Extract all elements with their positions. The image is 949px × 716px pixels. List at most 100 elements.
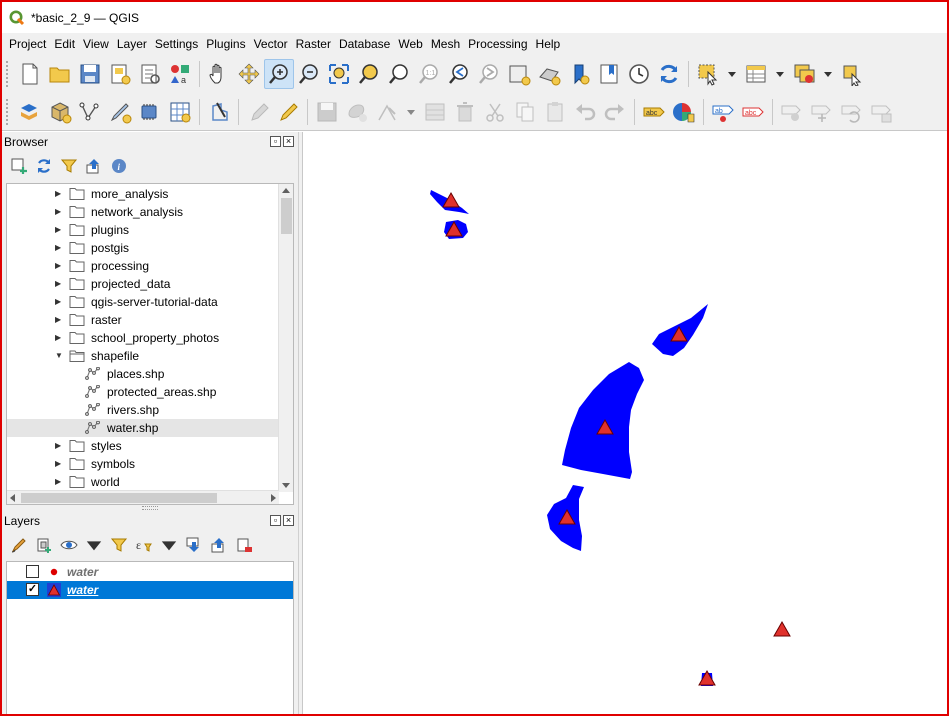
menu-view[interactable]: View — [79, 37, 113, 51]
browser-item-qgis-server-tutorial-data[interactable]: ▶ qgis-server-tutorial-data — [7, 293, 279, 311]
browser-item-shapefile[interactable]: ▼ shapefile — [7, 347, 279, 365]
diagram-options-icon[interactable] — [669, 97, 699, 127]
menu-layer[interactable]: Layer — [113, 37, 151, 51]
collapsed-arrow-icon[interactable]: ▶ — [55, 244, 63, 252]
vertex-tool-icon[interactable] — [372, 97, 402, 127]
toolbar-grip[interactable] — [6, 98, 10, 125]
browser-item-plugins[interactable]: ▶ plugins — [7, 221, 279, 239]
browser-item-places-shp[interactable]: places.shp — [7, 365, 279, 383]
panel-splitter-handle[interactable] — [142, 506, 158, 510]
collapsed-arrow-icon[interactable]: ▶ — [55, 442, 63, 450]
browser-item-protected-areas-shp[interactable]: protected_areas.shp — [7, 383, 279, 401]
toggle-editing-icon[interactable] — [273, 97, 303, 127]
delete-selected-icon[interactable] — [450, 97, 480, 127]
zoom-out-icon[interactable] — [294, 59, 324, 89]
collapsed-arrow-icon[interactable]: ▶ — [55, 226, 63, 234]
collapsed-arrow-icon[interactable]: ▶ — [55, 262, 63, 270]
collapsed-arrow-icon[interactable]: ▶ — [55, 190, 63, 198]
collapsed-arrow-icon[interactable]: ▶ — [55, 334, 63, 342]
menu-vector[interactable]: Vector — [250, 37, 292, 51]
float-panel-icon[interactable]: ▫ — [270, 515, 281, 526]
chevron-down-icon[interactable] — [771, 59, 789, 89]
collapsed-arrow-icon[interactable]: ▶ — [55, 208, 63, 216]
layout-manager-icon[interactable] — [135, 59, 165, 89]
menu-raster[interactable]: Raster — [292, 37, 335, 51]
select-features-icon[interactable] — [693, 59, 723, 89]
menu-plugins[interactable]: Plugins — [202, 37, 249, 51]
browser-item-school-property-photos[interactable]: ▶ school_property_photos — [7, 329, 279, 347]
expanded-arrow-icon[interactable]: ▼ — [55, 352, 63, 360]
highlight-pinned-labels-icon[interactable]: ab — [708, 97, 738, 127]
rotate-label-icon[interactable] — [837, 97, 867, 127]
browser-item-network-analysis[interactable]: ▶ network_analysis — [7, 203, 279, 221]
manage-map-themes-icon[interactable] — [56, 533, 81, 557]
pan-to-selection-icon[interactable] — [234, 59, 264, 89]
change-label-icon[interactable] — [867, 97, 897, 127]
collapsed-arrow-icon[interactable]: ▶ — [55, 280, 63, 288]
zoom-next-icon[interactable] — [474, 59, 504, 89]
identify-features-icon[interactable] — [837, 59, 867, 89]
menu-settings[interactable]: Settings — [151, 37, 202, 51]
save-edits-icon[interactable] — [312, 97, 342, 127]
move-label-icon[interactable] — [807, 97, 837, 127]
collapse-all-icon[interactable] — [81, 154, 106, 178]
browser-item-symbols[interactable]: ▶ symbols — [7, 455, 279, 473]
browser-item-processing[interactable]: ▶ processing — [7, 257, 279, 275]
browser-item-styles[interactable]: ▶ styles — [7, 437, 279, 455]
filter-legend-icon[interactable] — [106, 533, 131, 557]
chevron-down-icon[interactable] — [402, 97, 420, 127]
undo-icon[interactable] — [570, 97, 600, 127]
style-manager-icon[interactable]: a — [165, 59, 195, 89]
map-render[interactable] — [303, 132, 948, 716]
cut-features-icon[interactable] — [480, 97, 510, 127]
open-layer-styling-icon[interactable] — [6, 533, 31, 557]
add-group-icon[interactable] — [31, 533, 56, 557]
chevron-down-icon[interactable] — [81, 533, 106, 557]
layers-tree[interactable]: water ✓ water — [6, 561, 294, 714]
chevron-down-icon[interactable] — [156, 533, 181, 557]
refresh-icon[interactable] — [31, 154, 56, 178]
menu-edit[interactable]: Edit — [50, 37, 79, 51]
new-vector-layer-icon[interactable] — [75, 97, 105, 127]
zoom-native-icon[interactable]: 1:1 — [414, 59, 444, 89]
new-bookmark-icon[interactable] — [564, 59, 594, 89]
menu-web[interactable]: Web — [394, 37, 426, 51]
add-feature-icon[interactable] — [342, 97, 372, 127]
pan-icon[interactable] — [204, 59, 234, 89]
new-temporary-layer-icon[interactable] — [135, 97, 165, 127]
new-shapefile-layer-icon[interactable] — [105, 97, 135, 127]
open-project-icon[interactable] — [45, 59, 75, 89]
menu-project[interactable]: Project — [5, 37, 50, 51]
zoom-to-layer-icon[interactable] — [384, 59, 414, 89]
remove-layer-icon[interactable] — [231, 533, 256, 557]
open-attribute-table-icon[interactable] — [741, 59, 771, 89]
filter-browser-icon[interactable] — [56, 154, 81, 178]
menu-database[interactable]: Database — [335, 37, 394, 51]
filter-by-expression-icon[interactable]: ε — [131, 533, 156, 557]
refresh-icon[interactable] — [654, 59, 684, 89]
copy-features-icon[interactable] — [510, 97, 540, 127]
temporal-controller-icon[interactable] — [624, 59, 654, 89]
collapsed-arrow-icon[interactable]: ▶ — [55, 460, 63, 468]
add-selected-layers-icon[interactable] — [6, 154, 31, 178]
paste-features-icon[interactable] — [540, 97, 570, 127]
new-virtual-layer-icon[interactable] — [165, 97, 195, 127]
zoom-last-icon[interactable] — [444, 59, 474, 89]
modify-attributes-icon[interactable] — [420, 97, 450, 127]
float-panel-icon[interactable]: ▫ — [270, 136, 281, 147]
map-canvas[interactable] — [302, 132, 948, 716]
close-panel-icon[interactable]: × — [283, 136, 294, 147]
show-bookmarks-icon[interactable] — [594, 59, 624, 89]
zoom-to-selection-icon[interactable] — [354, 59, 384, 89]
menu-processing[interactable]: Processing — [464, 37, 531, 51]
new-geopackage-layer-icon[interactable] — [45, 97, 75, 127]
redo-icon[interactable] — [600, 97, 630, 127]
chevron-down-icon[interactable] — [819, 59, 837, 89]
new-3d-map-view-icon[interactable] — [534, 59, 564, 89]
digitize-icon[interactable] — [204, 97, 234, 127]
chevron-down-icon[interactable] — [723, 59, 741, 89]
collapse-all-icon[interactable] — [206, 533, 231, 557]
browser-item-more-analysis[interactable]: ▶ more_analysis — [7, 185, 279, 203]
layer-row-water-points[interactable]: water — [7, 563, 293, 581]
browser-vertical-scrollbar[interactable] — [278, 184, 293, 492]
